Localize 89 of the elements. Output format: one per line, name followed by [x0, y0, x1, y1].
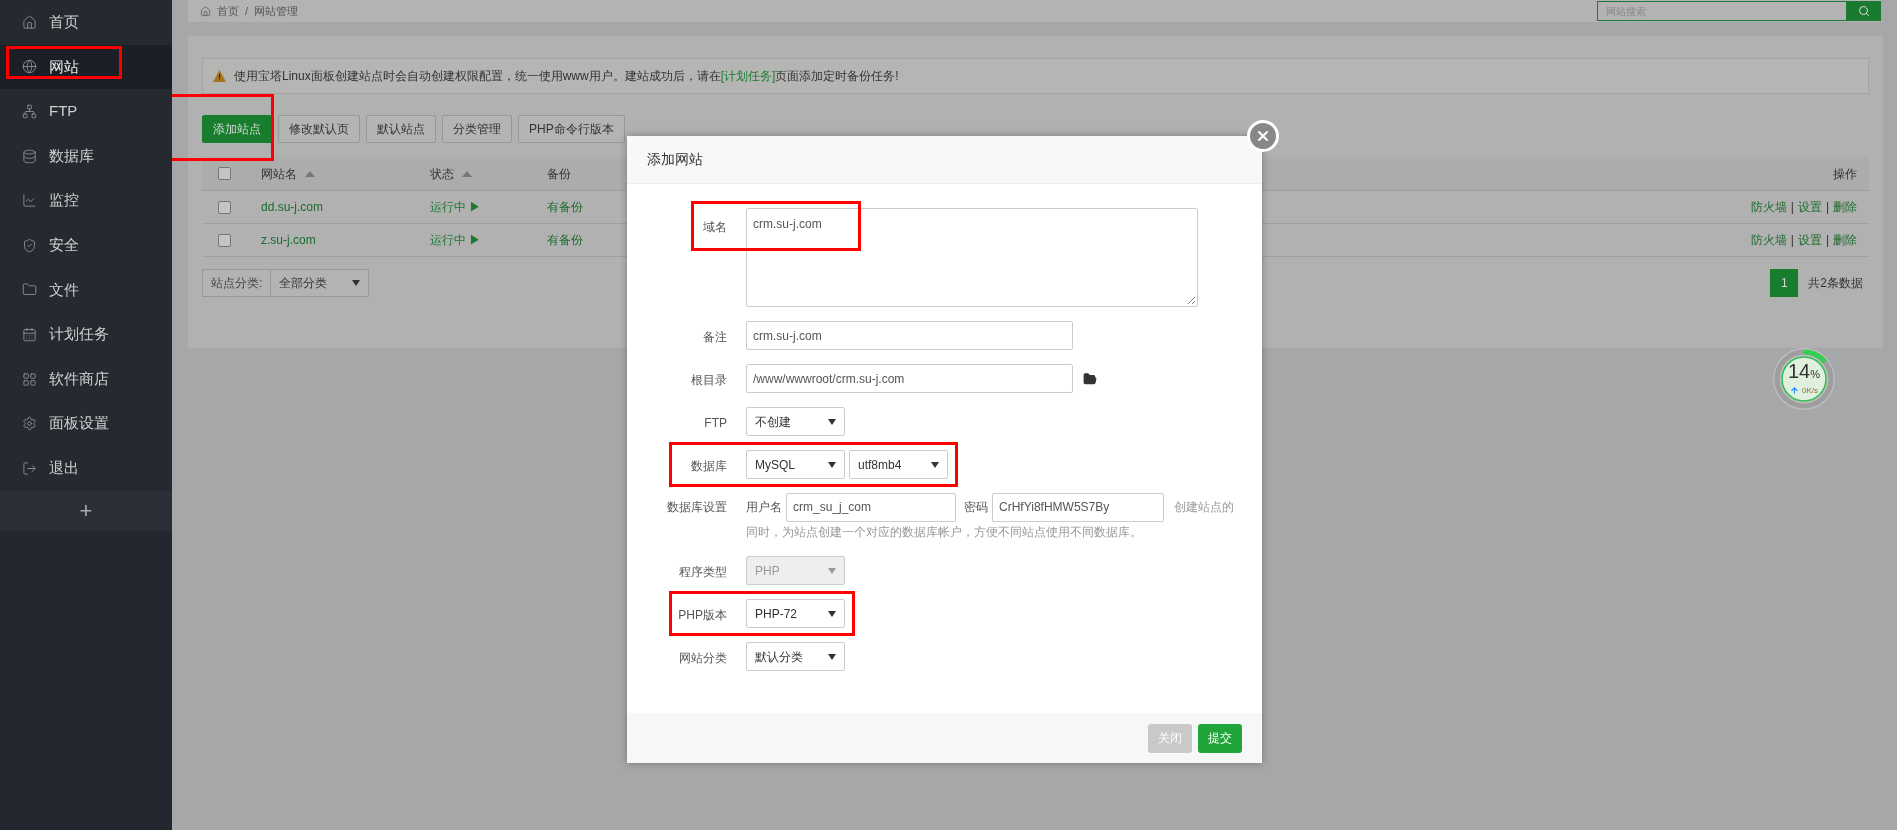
field-label: 网站分类	[678, 649, 728, 667]
caret-icon	[828, 418, 836, 425]
action-link[interactable]: 删除	[1833, 198, 1857, 216]
action-link[interactable]: 设置	[1797, 231, 1822, 249]
select-field[interactable]: utf8mb4	[849, 450, 948, 479]
settings-icon	[22, 416, 37, 432]
cpu-percent: 14	[1788, 361, 1811, 382]
username-input[interactable]: crm_su_j_com	[786, 493, 956, 522]
field-label: 备注	[702, 328, 728, 346]
action-link[interactable]: 防火墙	[1750, 231, 1787, 249]
action-separator: |	[1825, 232, 1829, 249]
breadcrumb-link[interactable]: 首页	[217, 2, 239, 20]
caret-icon	[828, 653, 836, 660]
column-header: 状态	[430, 165, 454, 183]
caret-icon	[828, 461, 836, 468]
sort-up-icon[interactable]	[305, 170, 315, 177]
column-header: 操作	[1833, 165, 1857, 183]
category-select[interactable]: 全部分类	[270, 270, 369, 296]
category-label: 站点分类:	[210, 275, 264, 292]
toolbar-button[interactable]: 分类管理	[442, 115, 512, 143]
home-icon	[22, 14, 37, 30]
field-label: 数据库	[690, 457, 728, 475]
alert-text: 使用宝塔Linux面板创建站点时会自动创建权限配置，统一使用www用户。建站成功后，请在[计划任务]页面添加定时备份任务!	[234, 68, 899, 85]
column-header: 网站名	[261, 165, 297, 183]
row-checkbox[interactable]	[218, 167, 231, 180]
action-separator: |	[1825, 199, 1829, 216]
percent-unit: %	[1810, 368, 1820, 383]
column-header: 备份	[547, 165, 571, 183]
dialog-title: 添加网站	[647, 150, 703, 169]
action-separator: |	[1790, 199, 1794, 216]
upload-arrow-icon	[1790, 386, 1799, 396]
total-count: 共2条数据	[1807, 275, 1864, 292]
page-button[interactable]: 1	[1770, 269, 1799, 297]
field-label: 程序类型	[678, 563, 728, 581]
field-label: 域名	[702, 219, 728, 236]
sidebar-item[interactable]: 网站	[0, 44, 172, 90]
username-label: 用户名	[746, 499, 782, 516]
domain-textarea[interactable]: crm.su-j.com	[746, 208, 1198, 307]
field-label: PHP版本	[677, 606, 728, 624]
caret-icon	[828, 567, 836, 574]
toolbar-button[interactable]: 默认站点	[366, 115, 436, 143]
caret-icon	[828, 610, 836, 617]
field-label: 根目录	[690, 371, 728, 389]
password-label: 密码	[964, 499, 988, 516]
folder-icon[interactable]	[1083, 371, 1097, 386]
action-separator: |	[1790, 232, 1794, 249]
sort-up-icon[interactable]	[462, 170, 472, 177]
row-checkbox[interactable]	[218, 233, 231, 247]
breadcrumb-separator: /	[245, 3, 249, 19]
toolbar-button[interactable]: 修改默认页	[278, 115, 360, 143]
dialog-button[interactable]: 提交	[1198, 723, 1242, 753]
speed-gauge[interactable]: 14% 0K/s	[1773, 348, 1835, 410]
select-field[interactable]: PHP-72	[746, 599, 845, 628]
hint-text: 同时，为站点创建一个对应的数据库帐户，方便不同站点使用不同数据库。	[746, 524, 1143, 541]
hint-text: 创建站点的	[1174, 499, 1234, 516]
resize-grip-icon	[1187, 296, 1195, 304]
select-field[interactable]: 不创建	[746, 407, 845, 436]
database-icon	[22, 148, 37, 164]
warning-icon	[213, 70, 226, 82]
folder-icon	[22, 282, 37, 298]
select-field[interactable]: MySQL	[746, 450, 845, 479]
action-link[interactable]: 设置	[1797, 198, 1822, 216]
caret-icon	[352, 280, 361, 286]
toolbar-button[interactable]: PHP命令行版本	[518, 115, 625, 143]
globe-icon	[22, 59, 37, 75]
action-link[interactable]: 防火墙	[1750, 198, 1787, 216]
home-icon	[200, 5, 211, 17]
close-icon	[1255, 128, 1271, 144]
note-input[interactable]: crm.su-j.com	[746, 321, 1073, 350]
row-checkbox[interactable]	[218, 200, 231, 214]
field-label: 数据库设置	[666, 499, 728, 516]
password-input[interactable]: CrHfYi8fHMW5S7By	[992, 493, 1164, 522]
search-button[interactable]	[1847, 1, 1881, 21]
field-label: FTP	[703, 414, 728, 432]
calendar-icon	[22, 326, 37, 342]
caret-icon	[931, 461, 939, 468]
grid-icon	[22, 371, 37, 387]
toolbar-button[interactable]: 添加站点	[202, 115, 272, 143]
network-icon	[22, 104, 37, 119]
add-menu-button[interactable]: +	[0, 490, 172, 531]
breadcrumb-current: 网站管理	[254, 3, 299, 19]
select-field[interactable]: 默认分类	[746, 642, 845, 671]
chart-icon	[22, 193, 37, 209]
path-input[interactable]: /www/wwwroot/crm.su-j.com	[746, 364, 1073, 393]
search-icon	[1858, 5, 1870, 17]
upload-rate: 0K/s	[1802, 384, 1818, 397]
shield-icon	[22, 237, 37, 253]
action-link[interactable]: 删除	[1833, 231, 1857, 249]
logout-icon	[22, 460, 37, 476]
